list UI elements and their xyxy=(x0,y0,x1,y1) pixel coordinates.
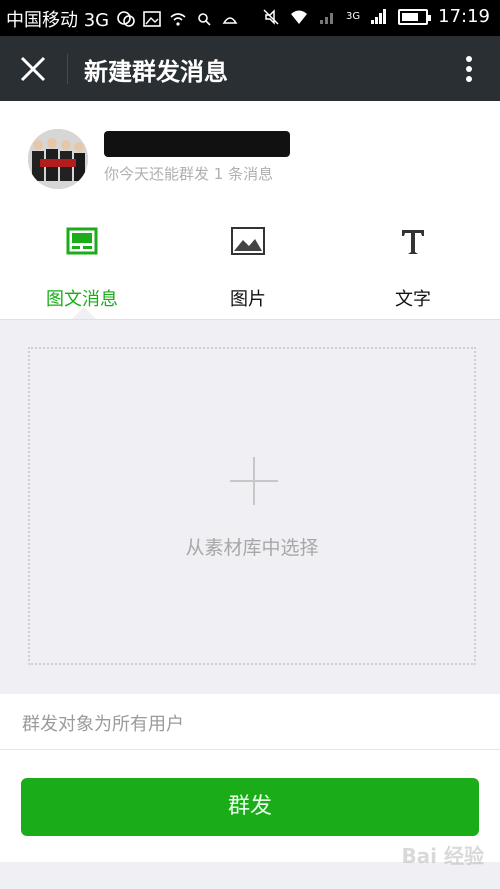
audience-text: 群发对象为所有用户 xyxy=(22,714,184,735)
quota-text: 你今天还能群发 1 条消息 xyxy=(104,165,274,183)
battery-icon xyxy=(398,8,432,25)
more-vert-icon[interactable] xyxy=(464,52,474,86)
network-type: 3G xyxy=(346,11,361,22)
plus-icon xyxy=(230,457,278,505)
picker-label: 从素材库中选择 xyxy=(185,537,319,559)
wifi-icon xyxy=(291,10,307,24)
content-area: 从素材库中选择 xyxy=(0,320,500,694)
tab-image-label: 图片 xyxy=(230,289,266,310)
wifi-status-icon xyxy=(170,13,186,26)
watermark: Bai 经验 xyxy=(401,844,484,868)
active-tab-indicator xyxy=(72,307,96,319)
tab-text[interactable]: 文字 xyxy=(343,223,483,310)
news-icon xyxy=(66,227,98,255)
wechat-icon xyxy=(117,11,135,27)
account-name-redacted xyxy=(104,131,290,157)
text-icon xyxy=(402,230,424,254)
carrier-label: 中国移动 3G xyxy=(6,10,110,31)
signal-icon xyxy=(320,12,333,24)
tab-image[interactable]: 图片 xyxy=(178,223,318,310)
android-icon xyxy=(222,17,238,24)
tab-news[interactable]: 图文消息 xyxy=(12,223,152,310)
avatar xyxy=(28,129,88,189)
send-button[interactable]: 群发 xyxy=(21,778,479,836)
search-icon xyxy=(198,13,211,26)
page-title: 新建群发消息 xyxy=(84,58,228,86)
app-header: 新建群发消息 xyxy=(0,36,500,101)
close-icon[interactable] xyxy=(16,52,50,86)
mute-icon xyxy=(263,8,279,25)
status-bar: 中国移动 3G 3G 17:19 xyxy=(0,0,500,36)
header-divider xyxy=(67,54,68,84)
signal-strength-icon xyxy=(371,8,387,24)
audience-row[interactable]: 群发对象为所有用户 xyxy=(0,694,500,750)
account-info: 你今天还能群发 1 条消息 xyxy=(0,101,500,203)
clock: 17:19 xyxy=(438,6,490,27)
message-type-tabs: 图文消息 图片 文字 xyxy=(0,203,500,320)
material-picker[interactable]: 从素材库中选择 xyxy=(28,347,476,665)
tab-text-label: 文字 xyxy=(395,289,431,310)
image-icon xyxy=(231,227,265,255)
gallery-icon xyxy=(143,11,161,27)
